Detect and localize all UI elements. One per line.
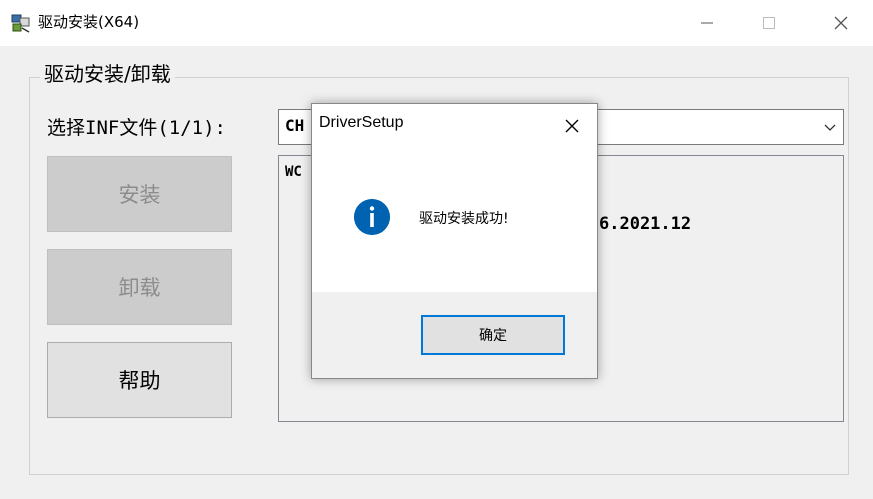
minimize-icon (701, 22, 713, 24)
help-button[interactable]: 帮助 (47, 342, 232, 418)
driver-info-line-1: WC (285, 164, 302, 180)
driver-info-line-2: 6.2021.12 (599, 214, 692, 234)
close-icon (565, 119, 579, 133)
dialog-close-button[interactable] (558, 112, 586, 140)
install-button[interactable]: 安装 (47, 156, 232, 232)
uninstall-button[interactable]: 卸载 (47, 249, 232, 325)
ok-button[interactable]: 确定 (421, 315, 565, 355)
message-dialog: DriverSetup 驱动安装成功! 确定 (311, 103, 598, 379)
inf-file-selected-value: CH (285, 116, 305, 135)
group-box-title: 驱动安装/卸载 (40, 60, 175, 88)
dialog-message: 驱动安装成功! (419, 211, 509, 227)
maximize-icon (763, 17, 775, 29)
installer-app-icon (11, 14, 30, 33)
close-icon (834, 16, 848, 30)
dialog-title: DriverSetup (319, 114, 404, 131)
information-icon (354, 199, 390, 235)
dialog-footer: 确定 (312, 292, 597, 378)
chevron-down-icon (824, 124, 836, 131)
inf-file-label: 选择INF文件(1/1): (47, 117, 226, 139)
window-title: 驱动安装(X64) (38, 13, 140, 31)
window-close-button[interactable] (818, 0, 864, 46)
maximize-button[interactable] (746, 0, 792, 46)
minimize-button[interactable] (684, 0, 730, 46)
window-titlebar: 驱动安装(X64) (0, 0, 873, 46)
